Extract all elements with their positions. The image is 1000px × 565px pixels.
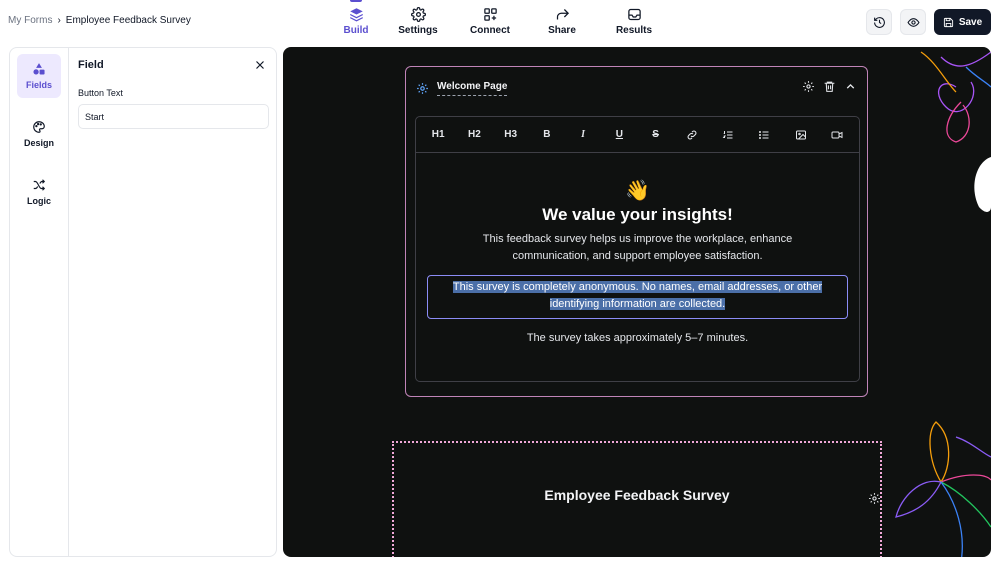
toolbar-link-button[interactable] (674, 122, 710, 148)
image-icon (795, 130, 806, 139)
rail-item-logic[interactable]: Logic (17, 170, 61, 214)
gear-icon[interactable] (868, 492, 881, 505)
toolbar-underline-button[interactable]: U (601, 122, 637, 148)
history-button[interactable] (866, 9, 892, 35)
welcome-paragraph[interactable]: This feedback survey helps us improve th… (458, 231, 818, 265)
gear-icon (410, 7, 426, 22)
button-text-label: Button Text (78, 88, 123, 98)
floppy-disk-icon (943, 17, 953, 27)
inbox-icon (627, 8, 641, 21)
toolbar-ordered-list-button[interactable] (710, 122, 746, 148)
form-canvas: Welcome Page H1 H2 H3 B I U S 👋 We value… (283, 47, 991, 557)
rich-text-editor[interactable]: H1 H2 H3 B I U S 👋 We value your insight… (415, 116, 860, 382)
save-button-label: Save (958, 16, 983, 28)
toolbar-bold-button[interactable]: B (529, 122, 565, 148)
button-text-input[interactable] (78, 104, 269, 129)
rail-item-fields[interactable]: Fields (17, 54, 61, 98)
tab-share[interactable]: Share (526, 0, 598, 44)
breadcrumb-current: Employee Feedback Survey (65, 15, 191, 26)
welcome-card-actions (802, 80, 857, 93)
breadcrumb-separator: › (57, 15, 61, 26)
toolbar-h1-button[interactable]: H1 (420, 122, 456, 148)
welcome-page-card[interactable]: Welcome Page H1 H2 H3 B I U S 👋 We value… (405, 66, 868, 397)
field-settings-panel: Field Button Text (70, 48, 276, 556)
tab-build[interactable]: Build (330, 0, 382, 44)
breadcrumb-my-forms[interactable]: My Forms (8, 15, 52, 26)
share-arrow-icon (556, 9, 569, 20)
tab-settings-label: Settings (398, 25, 438, 36)
breadcrumb: My Forms › Employee Feedback Survey (8, 15, 191, 26)
toolbar-strikethrough-button[interactable]: S (638, 122, 674, 148)
settings-gear-icon[interactable] (802, 80, 815, 93)
toolbar-bullet-list-button[interactable] (746, 122, 782, 148)
editor-content[interactable]: 👋 We value your insights! This feedback … (416, 153, 859, 381)
save-button[interactable]: Save (934, 9, 991, 35)
waving-hand-emoji: 👋 (625, 180, 650, 202)
survey-cover-card[interactable]: Employee Feedback Survey (392, 441, 882, 557)
welcome-page-title[interactable]: Welcome Page (437, 81, 508, 96)
tab-build-label: Build (343, 25, 369, 36)
close-icon[interactable] (254, 59, 266, 71)
rail-item-design[interactable]: Design (17, 112, 61, 156)
toolbar-image-button[interactable] (783, 122, 819, 148)
side-rail: Fields Design Logic (10, 48, 69, 556)
rail-fields-label: Fields (25, 80, 52, 90)
top-bar: My Forms › Employee Feedback Survey Buil… (0, 0, 1000, 44)
link-icon (687, 130, 697, 139)
welcome-headline[interactable]: We value your insights! (416, 205, 859, 225)
gear-icon (417, 82, 428, 94)
tab-connect[interactable]: Connect (454, 0, 526, 44)
top-actions: Save (866, 9, 991, 35)
integrations-icon (483, 8, 497, 21)
anonymity-line-2: identifying information are collected. (549, 298, 726, 310)
flower-decoration-bottom-icon (895, 421, 991, 557)
selected-anonymity-text[interactable]: This survey is completely anonymous. No … (427, 275, 848, 319)
tab-share-label: Share (548, 25, 576, 36)
tab-results-label: Results (615, 25, 653, 36)
toolbar-italic-button[interactable]: I (565, 122, 601, 148)
layers-icon (349, 8, 363, 22)
shuffle-icon (33, 179, 46, 191)
tab-settings[interactable]: Settings (382, 0, 454, 44)
toolbar-h3-button[interactable]: H3 (493, 122, 529, 148)
tab-results[interactable]: Results (598, 0, 670, 44)
chevron-up-icon[interactable] (844, 80, 857, 93)
left-panel: Fields Design Logic Field Button Text (9, 47, 277, 557)
toolbar-h2-button[interactable]: H2 (456, 122, 492, 148)
trash-icon[interactable] (823, 80, 836, 93)
welcome-card-header: Welcome Page (416, 77, 857, 99)
shapes-icon (33, 63, 45, 75)
eye-icon (906, 17, 920, 27)
history-icon (873, 16, 885, 28)
field-panel-title: Field (78, 59, 104, 71)
rail-design-label: Design (23, 138, 54, 148)
editor-toolbar: H1 H2 H3 B I U S (416, 117, 859, 153)
toolbar-video-button[interactable] (819, 122, 855, 148)
ordered-list-icon (722, 130, 733, 138)
bullet-list-icon (759, 130, 769, 139)
preview-button[interactable] (900, 9, 926, 35)
survey-duration-text[interactable]: The survey takes approximately 5–7 minut… (416, 332, 859, 344)
main-nav-tabs: Build Settings Connect Share Results (330, 0, 670, 44)
tab-connect-label: Connect (470, 25, 510, 36)
survey-cover-title[interactable]: Employee Feedback Survey (394, 487, 880, 503)
rail-logic-label: Logic (27, 196, 51, 206)
palette-icon (33, 121, 45, 133)
anonymity-line-1: This survey is completely anonymous. No … (452, 281, 823, 293)
video-icon (831, 131, 843, 138)
flower-decoration-top-icon (920, 51, 991, 212)
